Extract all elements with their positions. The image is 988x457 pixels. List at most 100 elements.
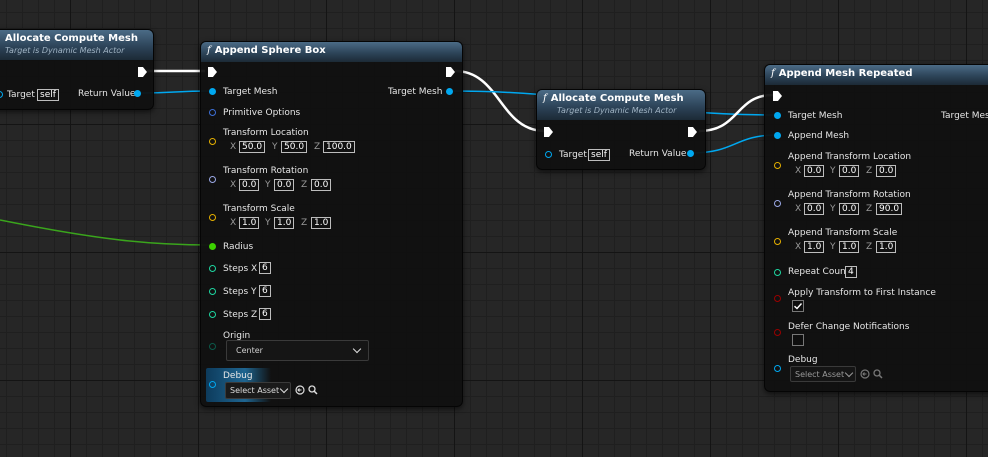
debug-asset-value: Select Asset [230,386,280,395]
y-label: Y [265,180,271,190]
target-label: Target [559,150,587,160]
defer-change-pin[interactable] [774,329,781,336]
debug-pin[interactable] [774,365,781,372]
append-transform-location-label: Append Transform Location [788,152,912,162]
repeat-count-pin[interactable] [774,269,781,276]
y-label: Y [830,166,836,176]
append-transform-rotation-pin[interactable] [774,200,781,207]
rotation-x-field[interactable]: 0.0 [239,179,260,191]
location-y-field[interactable]: 50.0 [281,141,308,153]
origin-value: Center [236,346,263,355]
location-z-field[interactable]: 0.0 [876,165,897,177]
exec-in-pin[interactable] [544,127,553,137]
steps-z-field[interactable]: 6 [259,308,271,320]
z-label: Z [866,166,873,176]
z-label: Z [301,180,308,190]
scale-z-field[interactable]: 1.0 [311,217,332,229]
function-icon: f [207,45,211,56]
y-label: Y [265,218,271,228]
float-wire-radius[interactable] [0,219,212,246]
debug-pin[interactable] [209,381,216,388]
steps-x-pin[interactable] [209,265,216,272]
primitive-options-pin[interactable] [209,109,216,116]
scale-x-field[interactable]: 1.0 [239,217,260,229]
defer-change-checkbox[interactable] [792,334,804,346]
node-header[interactable]: f Append Mesh Repeated [765,65,988,85]
append-transform-scale-pin[interactable] [774,238,781,245]
exec-out-pin[interactable] [688,127,697,137]
scale-y-field[interactable]: 1.0 [274,217,295,229]
target-pin[interactable] [545,151,552,158]
exec-in-pin[interactable] [208,67,217,77]
location-z-field[interactable]: 100.0 [323,141,355,153]
target-self-field[interactable]: self [588,149,610,161]
exec-out-pin[interactable] [138,67,147,77]
node-header[interactable]: f Append Sphere Box [201,42,462,62]
target-pin[interactable] [0,91,3,98]
rotation-y-field[interactable]: 0.0 [274,179,295,191]
debug-asset-dropdown[interactable]: Select Asset [790,366,856,382]
transform-rotation-pin[interactable] [209,176,216,183]
chevron-down-icon [844,368,854,378]
x-label: X [795,166,802,176]
use-selected-asset-icon[interactable] [295,385,305,395]
steps-x-label: Steps X [223,264,258,274]
repeat-count-label: Repeat Count [788,267,850,277]
node-header[interactable]: f Allocate Compute Mesh Target is Dynamic… [537,90,705,120]
apply-transform-first-pin[interactable] [774,295,781,302]
y-label: Y [830,204,836,214]
target-label: Target [7,90,35,100]
transform-location-pin[interactable] [209,138,216,145]
node-allocate-compute-mesh-left[interactable]: Allocate Compute Mesh Target is Dynamic … [0,29,154,110]
node-allocate-compute-mesh-mid[interactable]: f Allocate Compute Mesh Target is Dynamic… [536,89,706,170]
scale-z-field[interactable]: 1.0 [876,241,897,253]
scale-x-field[interactable]: 1.0 [804,241,825,253]
location-y-field[interactable]: 0.0 [839,165,860,177]
repeat-count-field[interactable]: 4 [845,266,857,278]
exec-out-pin[interactable] [446,67,455,77]
z-label: Z [301,218,308,228]
x-label: X [230,218,237,228]
rotation-x-field[interactable]: 0.0 [804,203,825,215]
steps-y-field[interactable]: 6 [259,285,271,297]
x-label: X [230,180,237,190]
rotation-y-field[interactable]: 0.0 [839,203,860,215]
debug-asset-dropdown[interactable]: Select Asset [225,382,291,399]
target-self-field[interactable]: self [37,89,59,101]
return-value-pin[interactable] [134,90,141,97]
location-x-field[interactable]: 0.0 [804,165,825,177]
rotation-z-field[interactable]: 90.0 [876,203,903,215]
radius-pin[interactable] [209,243,216,250]
node-subtitle: Target is Dynamic Mesh Actor [557,106,677,115]
steps-y-pin[interactable] [209,288,216,295]
return-value-pin[interactable] [687,150,694,157]
append-transform-rotation-label: Append Transform Rotation [788,190,911,200]
target-mesh-label: Target Mesh [788,111,843,121]
browse-search-icon[interactable] [873,369,883,379]
append-mesh-pin[interactable] [774,132,781,139]
origin-dropdown[interactable]: Center [226,340,369,361]
target-mesh-pin[interactable] [209,88,216,95]
exec-in-pin[interactable] [773,91,782,101]
apply-transform-first-checkbox[interactable] [792,300,804,312]
origin-pin[interactable] [209,343,216,350]
use-selected-asset-icon[interactable] [860,369,870,379]
node-append-mesh-repeated[interactable]: f Append Mesh Repeated Target Mesh Target… [764,64,988,392]
z-label: Z [314,142,321,152]
scale-y-field[interactable]: 1.0 [839,241,860,253]
radius-label: Radius [223,242,254,252]
browse-search-icon[interactable] [308,385,318,395]
steps-x-field[interactable]: 6 [259,262,271,274]
node-header[interactable]: Allocate Compute Mesh Target is Dynamic … [0,30,153,60]
steps-z-pin[interactable] [209,311,216,318]
exec-wire-2[interactable] [454,69,546,133]
target-mesh-out-pin[interactable] [446,88,453,95]
target-mesh-out-label: Target Mesh [941,111,988,121]
append-transform-location-pin[interactable] [774,162,781,169]
location-x-field[interactable]: 50.0 [239,141,266,153]
target-mesh-pin[interactable] [774,112,781,119]
defer-change-label: Defer Change Notifications [788,322,910,332]
rotation-z-field[interactable]: 0.0 [311,179,332,191]
node-append-sphere-box[interactable]: f Append Sphere Box Target Mesh Target Me… [200,41,463,407]
transform-scale-pin[interactable] [209,214,216,221]
